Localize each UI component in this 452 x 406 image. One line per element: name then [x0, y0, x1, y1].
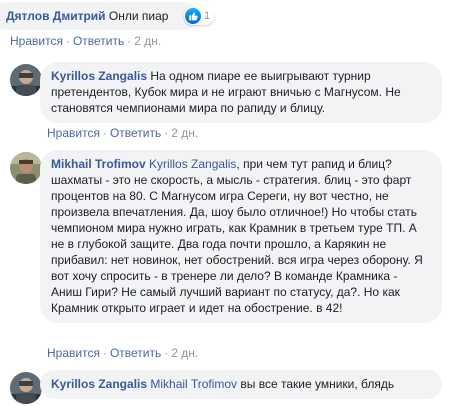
comment-mention[interactable]: Kyrillos Zangalis: [149, 157, 236, 171]
reply-link[interactable]: Ответить: [110, 126, 161, 140]
comment-time[interactable]: 2 дн.: [171, 126, 198, 140]
reply-link[interactable]: Ответить: [110, 346, 161, 360]
comment-text: , при чем тут рапид и блиц? шахматы - эт…: [51, 157, 423, 315]
comment-time[interactable]: 2 дн.: [171, 346, 198, 360]
reaction-count: 1: [204, 10, 211, 22]
comment-author[interactable]: Дятлов Дмитрий: [6, 9, 106, 23]
comment-bubble: Mikhail Trofimov Kyrillos Zangalis, при …: [40, 150, 442, 323]
avatar[interactable]: [10, 152, 42, 184]
comment-bubble: Kyrillos Zangalis На одном пиаре ее выиг…: [40, 62, 442, 123]
thumbs-up-icon: [185, 8, 201, 24]
comment-dyatlov: Дятлов Дмитрий Онли пиар 1 Нравится · Отве…: [0, 0, 452, 50]
comment-text: Онли пиар: [108, 9, 169, 23]
comment-time[interactable]: 2 дн.: [134, 34, 161, 48]
comment-actions: Нравится · Ответить · 2 дн.: [47, 126, 199, 140]
avatar[interactable]: [10, 372, 42, 404]
comment-bubble: Дятлов Дмитрий Онли пиар: [0, 2, 199, 30]
comment-author[interactable]: Mikhail Trofimov: [51, 157, 146, 171]
comment-bubble: Kyrillos Zangalis Mikhail Trofimov вы вс…: [40, 370, 442, 399]
comment-actions: Нравится · Ответить · 2 дн.: [10, 34, 162, 48]
reply-link[interactable]: Ответить: [73, 34, 124, 48]
comment-text: вы все такие умники, блядь: [237, 377, 395, 391]
like-link[interactable]: Нравится: [47, 346, 100, 360]
avatar[interactable]: [10, 64, 42, 96]
comment-actions: Нравится · Ответить · 2 дн.: [47, 346, 199, 360]
reaction-badge[interactable]: 1: [184, 7, 215, 25]
like-link[interactable]: Нравится: [47, 126, 100, 140]
comment-author[interactable]: Kyrillos Zangalis: [51, 69, 147, 83]
comment-mention[interactable]: Mikhail Trofimov: [150, 377, 237, 391]
comment-author[interactable]: Kyrillos Zangalis: [51, 377, 147, 391]
like-link[interactable]: Нравится: [10, 34, 63, 48]
